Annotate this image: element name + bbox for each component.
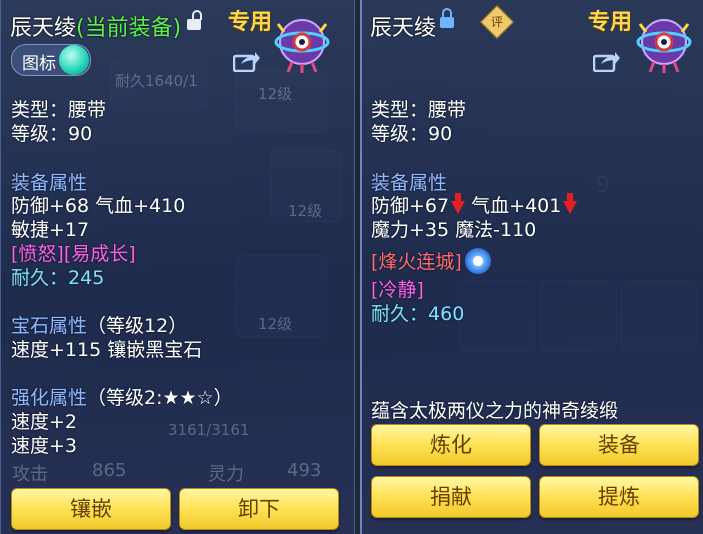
item-type: 类型：腰带 [11, 99, 107, 121]
ghost-level-text: 12级 [258, 315, 293, 333]
special-effect: [愤怒][易成长] [11, 243, 136, 265]
rating-label: 评 [490, 15, 503, 29]
ghost-attack-value: 865 [92, 460, 127, 481]
durability-label: 耐久： [11, 267, 69, 289]
gem-header: 宝石属性 [11, 315, 88, 337]
extract-button[interactable]: 提炼 [539, 476, 699, 518]
gem-attr-line: 宝石属性（等级12） [11, 311, 187, 338]
toggle-knob-icon [59, 45, 89, 75]
gem-stat-line: 速度+115 镶嵌黑宝石 [11, 339, 203, 361]
equip-button[interactable]: 装备 [539, 424, 699, 466]
strengthen-attr-line: 强化属性（等级2:★★☆） [11, 383, 233, 410]
special-effect: [冷静] [371, 279, 424, 301]
icon-toggle[interactable]: 图标 [11, 44, 91, 76]
durability-label: 耐久： [371, 303, 429, 325]
ghost-durability-text: 耐久1640/1 [115, 72, 198, 90]
gem-level: （等级12） [87, 315, 188, 337]
share-icon[interactable] [233, 50, 261, 72]
exclusive-label: 专用 [228, 10, 273, 35]
attr-line: 魔力+35 魔法-110 [371, 219, 537, 241]
ghost-spirit-value: 493 [287, 460, 322, 481]
swirl-skill-icon[interactable] [464, 248, 491, 274]
durability-line: 耐久：245 [11, 263, 104, 290]
item-description: 蕴含太极两仪之力的神奇绫缎 [371, 400, 619, 422]
attr-line: 防御+67 气血+401 [371, 191, 578, 218]
inlay-button[interactable]: 镶嵌 [11, 488, 171, 530]
icon-toggle-label: 图标 [22, 54, 56, 74]
lock-open-icon[interactable] [187, 10, 202, 30]
strengthen-stat-line: 速度+2 [11, 411, 78, 433]
ghost-level-text: 12级 [288, 202, 323, 220]
current-equipped-tag: (当前装备) [76, 16, 182, 41]
item-name: 辰天绫 [10, 16, 77, 41]
item-type: 类型：腰带 [371, 99, 467, 121]
strengthen-stat-line: 速度+3 [11, 435, 78, 457]
belt-emblem-icon [636, 19, 692, 73]
ghost-hp-text: 3161/3161 [168, 421, 250, 439]
down-arrow-icon [563, 193, 578, 214]
share-icon[interactable] [593, 50, 621, 72]
item-level: 等级：90 [11, 123, 93, 145]
skill-line: [烽火连城] [371, 247, 491, 274]
hp-stat: 气血+401 [471, 195, 562, 217]
item-title: 辰天绫(当前装备) [10, 10, 181, 42]
refine-button[interactable]: 炼化 [371, 424, 531, 466]
skill-name: [烽火连城] [371, 251, 462, 273]
attr-line: 防御+68 气血+410 [11, 195, 186, 217]
ghost-level-text: 12级 [258, 85, 293, 103]
ghost-spirit-label: 灵力 [208, 464, 244, 485]
attr-line: 敏捷+17 [11, 219, 90, 241]
unequip-button[interactable]: 卸下 [179, 488, 339, 530]
belt-emblem-icon [274, 19, 330, 73]
durability-value: 460 [428, 303, 465, 325]
strengthen-level: （等级2:★★☆） [87, 387, 233, 409]
defense-stat: 防御+67 [371, 195, 450, 217]
down-arrow-icon [451, 193, 466, 214]
exclusive-label: 专用 [588, 10, 633, 35]
lock-closed-icon[interactable] [440, 8, 454, 28]
strengthen-header: 强化属性 [11, 387, 88, 409]
item-level: 等级：90 [371, 123, 453, 145]
ghost-attack-label: 攻击 [12, 464, 48, 485]
item-name: 辰天绫 [370, 16, 437, 41]
durability-line: 耐久：460 [371, 299, 464, 326]
durability-value: 245 [68, 267, 105, 289]
donate-button[interactable]: 捐献 [371, 476, 531, 518]
